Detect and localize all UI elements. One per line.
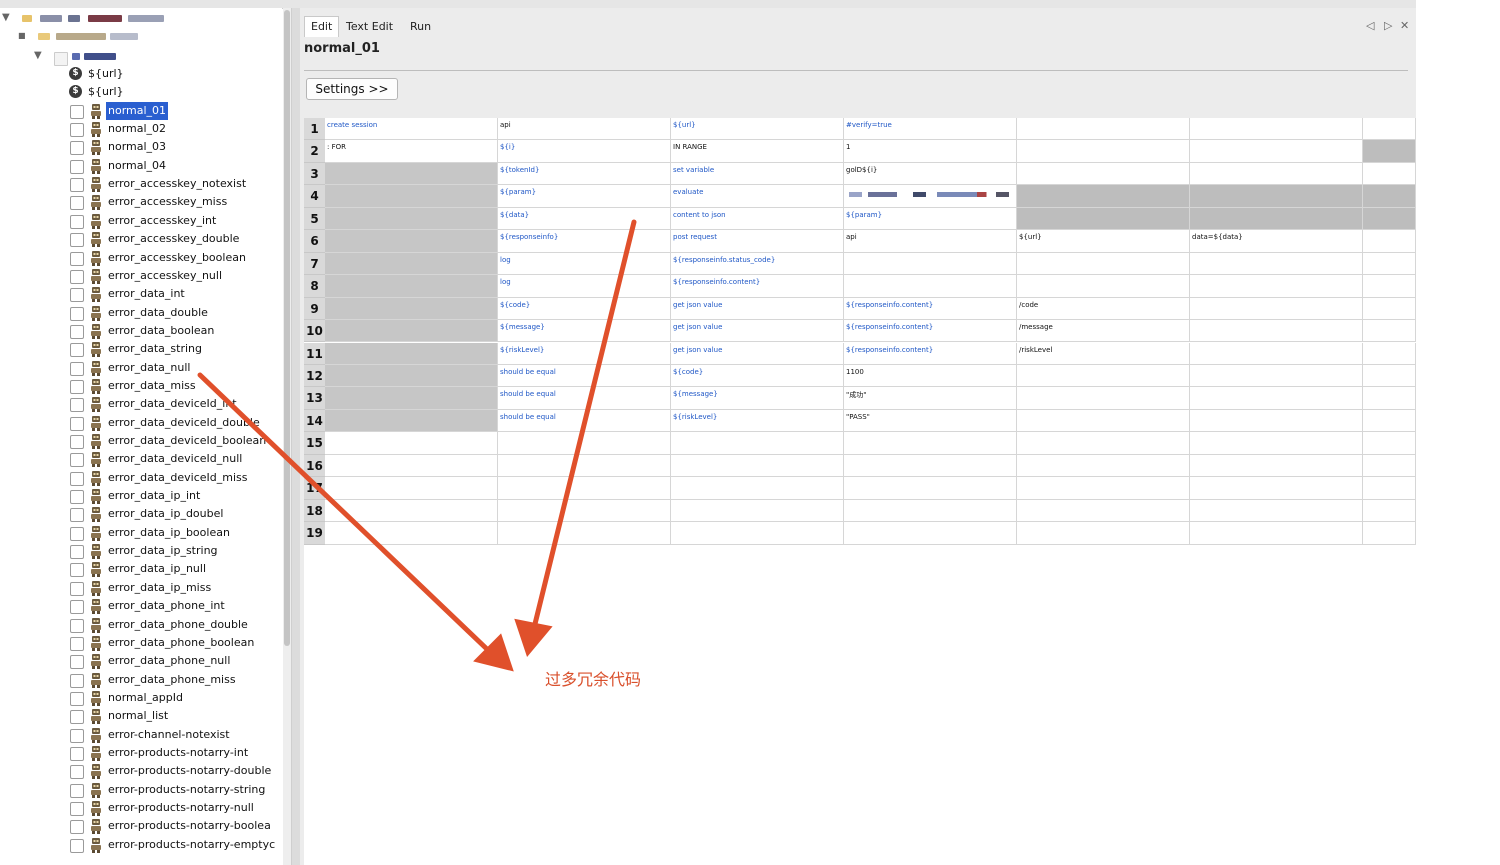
- annotation-arrowhead-right: [514, 618, 553, 658]
- annotation-text: 过多冗余代码: [545, 670, 642, 689]
- annotation-arrow-right: [531, 219, 637, 631]
- annotation-arrows: [197, 219, 637, 672]
- annotation-arrow-left: [197, 372, 493, 655]
